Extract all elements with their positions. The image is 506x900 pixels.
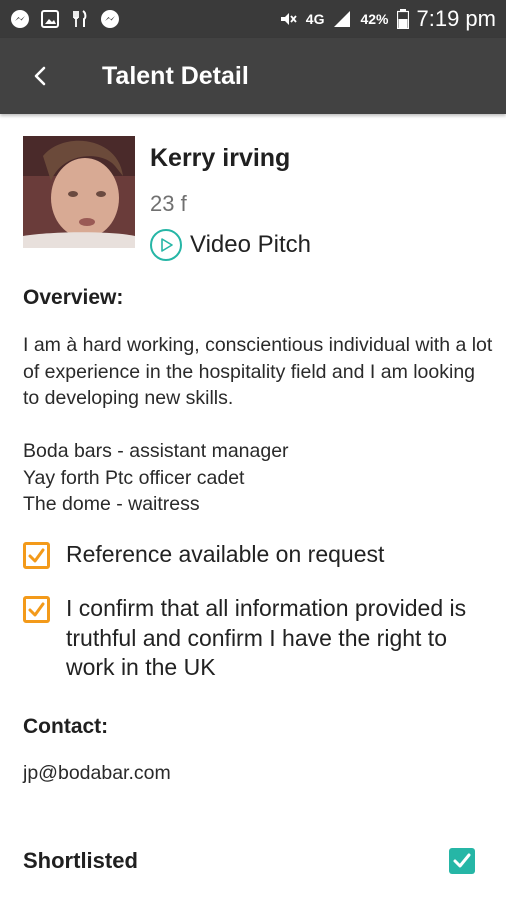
checkmark-icon [453, 853, 471, 868]
app-toolbar: Talent Detail [0, 38, 506, 114]
avatar[interactable] [23, 136, 135, 248]
shortlist-row: Shortlisted [23, 844, 475, 878]
profile-info: Kerry irving 23 f Video Pitch [150, 136, 311, 261]
reference-checkbox-row: Reference available on request [23, 541, 476, 570]
profile-header: Kerry irving 23 f Video Pitch [23, 136, 311, 261]
reference-checkbox[interactable] [23, 542, 50, 569]
back-button[interactable] [12, 48, 68, 104]
system-status: 4G 42% 7:19 pm [278, 6, 496, 32]
video-pitch-button[interactable]: Video Pitch [150, 229, 311, 261]
confirm-checkbox[interactable] [23, 596, 50, 623]
page-title: Talent Detail [102, 61, 249, 90]
contact-heading: Contact: [23, 715, 109, 738]
overview-heading: Overview: [23, 286, 124, 309]
battery-icon [396, 9, 409, 30]
shortlist-label: Shortlisted [23, 848, 138, 873]
talent-name: Kerry irving [150, 144, 291, 172]
mute-icon [278, 9, 298, 29]
status-bar: 4G 42% 7:19 pm [0, 0, 506, 38]
signal-icon [332, 9, 352, 29]
chevron-left-icon [29, 65, 51, 87]
checkmark-icon [28, 548, 45, 563]
battery-percent: 42% [360, 11, 389, 27]
shortlist-checkbox[interactable] [449, 848, 475, 874]
talent-age: 23 f [150, 191, 187, 216]
messenger-icon [100, 9, 120, 29]
contact-email[interactable]: jp@bodabar.com [23, 762, 171, 785]
gallery-icon [40, 9, 60, 29]
reference-label: Reference available on request [66, 541, 385, 567]
messenger-icon [10, 9, 30, 29]
video-pitch-label: Video Pitch [190, 231, 311, 258]
confirm-label: I confirm that all information provided … [66, 595, 467, 680]
network-type: 4G [305, 11, 325, 27]
restaurant-icon [70, 9, 90, 29]
talent-detail-content[interactable]: Kerry irving 23 f Video Pitch Overview: … [0, 114, 506, 900]
checkmark-icon [28, 602, 45, 617]
clock: 7:19 pm [416, 6, 497, 31]
overview-text: I am à hard working, conscientious indiv… [23, 334, 493, 515]
confirm-checkbox-row: I confirm that all information provided … [23, 595, 476, 683]
play-circle-icon [150, 229, 182, 261]
notification-icons [10, 9, 120, 29]
